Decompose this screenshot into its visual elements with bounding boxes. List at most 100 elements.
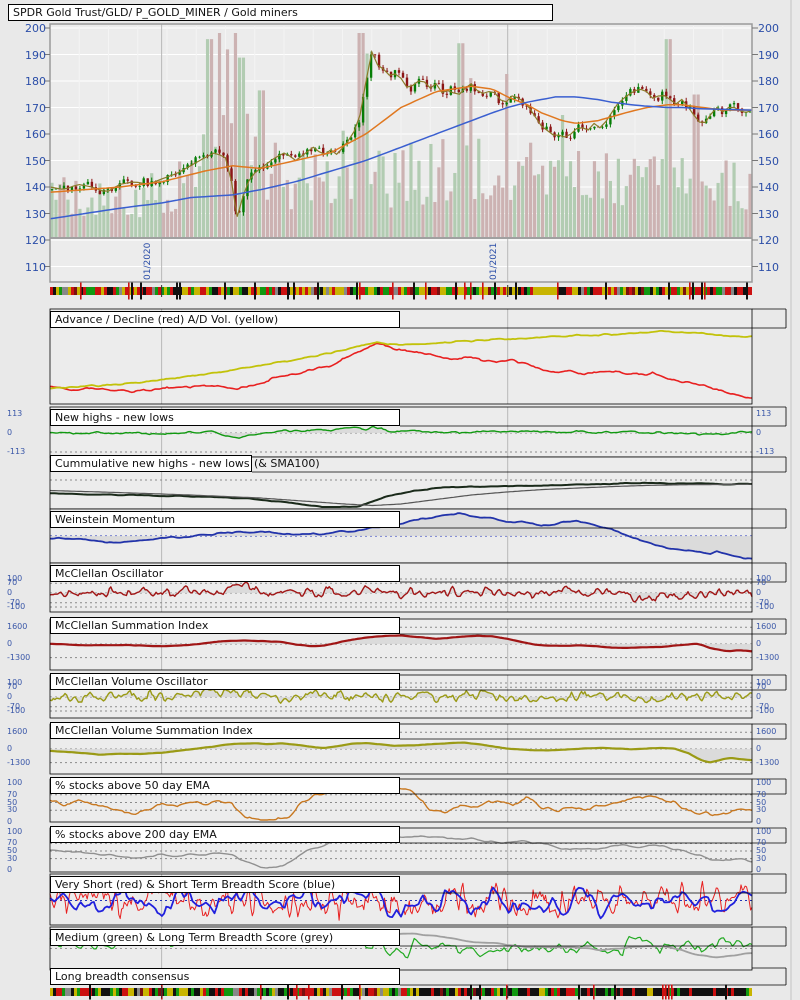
long-breadth-strip-segment <box>350 988 353 996</box>
volume-bar <box>357 33 361 238</box>
mcclellan-oscillator-title-box[interactable]: McClellan Oscillator <box>50 565 400 582</box>
market-consensus-strip-segment <box>212 287 215 295</box>
candle-body <box>401 72 405 78</box>
market-consensus-strip-segment <box>452 287 455 295</box>
volume-bar <box>313 154 317 238</box>
mcclellan-volume-oscillator-title-box[interactable]: McClellan Volume Oscillator <box>50 673 400 690</box>
short-term-breadth-title-box[interactable]: Very Short (red) & Short Term Breadth Sc… <box>50 876 400 893</box>
candle-body <box>593 126 596 129</box>
volume-bar <box>70 213 74 238</box>
candle-body <box>373 54 377 56</box>
mcclellan-oscillator-tick-right: -100 <box>756 602 775 611</box>
market-consensus-strip-segment <box>365 287 368 295</box>
mcclellan-volume-summation-title: McClellan Volume Summation Index <box>55 724 253 737</box>
mcclellan-volume-summation-title-box[interactable]: McClellan Volume Summation Index <box>50 722 400 739</box>
pct-above-200ema-tick-right: 30 <box>756 853 767 863</box>
candle-body <box>736 103 740 109</box>
long-breadth-strip-segment <box>254 988 257 996</box>
candle-body <box>357 122 361 128</box>
long-breadth-strip-segment <box>179 988 182 996</box>
long-breadth-strip-tick-red <box>359 984 361 1000</box>
volume-bar <box>209 39 214 239</box>
market-consensus-strip-segment <box>488 287 491 295</box>
market-consensus-strip-segment <box>344 287 347 295</box>
volume-bar <box>457 43 461 238</box>
volume-bar <box>197 166 202 238</box>
long-breadth-strip-segment <box>401 988 404 996</box>
market-consensus-strip-tick <box>494 282 496 300</box>
long-breadth-strip-segment <box>716 988 719 996</box>
market-consensus-strip-segment <box>554 287 557 295</box>
long-breadth-strip-segment <box>173 988 176 996</box>
pct-above-200ema-title: % stocks above 200 day EMA <box>55 828 217 841</box>
market-consensus-strip-segment <box>437 287 440 295</box>
volume-bar <box>405 200 409 238</box>
market-consensus-strip-segment <box>113 287 116 295</box>
market-consensus-strip-segment <box>728 287 731 295</box>
long-breadth-strip-segment <box>326 988 329 996</box>
pct-above-200ema-title-box[interactable]: % stocks above 200 day EMA <box>50 826 400 843</box>
medium-long-breadth-title: Medium (green) & Long Term Breadth Score… <box>55 931 334 944</box>
long-breadth-strip-segment <box>632 988 635 996</box>
market-consensus-strip-segment <box>644 287 647 295</box>
long-breadth-strip-segment <box>392 988 395 996</box>
long-breadth-strip-segment <box>218 988 221 996</box>
volume-bar <box>548 160 553 238</box>
long-breadth-strip-segment <box>212 988 215 996</box>
long-breadth-strip-segment <box>251 988 254 996</box>
long-breadth-strip-segment <box>527 988 530 996</box>
cumulative-new-highs-title-box[interactable]: Cummulative new highs - new lows <box>50 455 252 472</box>
charts-canvas[interactable] <box>0 0 800 1000</box>
market-consensus-strip-segment <box>545 287 548 295</box>
long-breadth-strip-segment <box>200 988 203 996</box>
long-breadth-strip-segment <box>146 988 149 996</box>
market-consensus-strip-segment <box>257 287 260 295</box>
long-breadth-strip-segment <box>242 988 245 996</box>
market-consensus-strip-segment <box>107 287 110 295</box>
pct-above-50ema-title-box[interactable]: % stocks above 50 day EMA <box>50 777 400 794</box>
market-consensus-strip-segment <box>707 287 710 295</box>
long-breadth-strip-segment <box>731 988 734 996</box>
market-consensus-strip-segment <box>167 287 170 295</box>
long-breadth-strip-segment <box>443 988 446 996</box>
long-breadth-consensus-title-box[interactable]: Long breadth consensus <box>50 968 400 985</box>
market-consensus-strip-segment <box>236 287 239 295</box>
volume-bar <box>106 190 110 238</box>
market-consensus-strip-segment <box>638 287 641 295</box>
volume-bar <box>572 187 577 238</box>
new-highs-lows-title-box[interactable]: New highs - new lows <box>50 409 400 426</box>
long-breadth-strip-segment <box>539 988 542 996</box>
medium-long-breadth-title-box[interactable]: Medium (green) & Long Term Breadth Score… <box>50 929 400 946</box>
market-consensus-strip-segment <box>578 287 581 295</box>
mcclellan-summation-title: McClellan Summation Index <box>55 619 209 632</box>
market-consensus-strip-segment <box>383 287 386 295</box>
mcclellan-summation-title-box[interactable]: McClellan Summation Index <box>50 617 400 634</box>
market-consensus-strip-segment <box>629 287 632 295</box>
market-consensus-strip-segment <box>206 287 209 295</box>
pct-above-200ema-tick-left: 100 <box>7 827 23 836</box>
advance-decline-title-box[interactable]: Advance / Decline (red) A/D Vol. (yellow… <box>50 311 400 328</box>
market-consensus-strip-segment <box>569 287 572 295</box>
volume-bar <box>708 188 712 238</box>
price-label-right: 180 <box>758 75 779 88</box>
weinstein-momentum-title-box[interactable]: Weinstein Momentum <box>50 511 400 528</box>
long-breadth-strip-segment <box>257 988 260 996</box>
market-consensus-strip-segment <box>260 287 263 295</box>
long-breadth-strip-segment <box>533 988 536 996</box>
candle-body <box>146 178 149 186</box>
price-label-left: 160 <box>25 128 46 141</box>
market-consensus-strip-segment <box>50 287 53 295</box>
market-consensus-strip-segment <box>542 287 545 295</box>
market-consensus-strip-segment <box>155 287 158 295</box>
volume-bar <box>205 39 210 239</box>
market-consensus-strip-segment <box>476 287 479 295</box>
market-consensus-strip-segment <box>158 287 161 295</box>
candle-body <box>489 92 492 97</box>
market-consensus-strip-segment <box>524 287 527 295</box>
market-consensus-strip-segment <box>149 287 152 295</box>
long-breadth-strip-segment <box>554 988 557 996</box>
volume-bar <box>126 214 130 238</box>
candle-body <box>665 91 668 97</box>
market-consensus-strip-segment <box>65 287 68 295</box>
volume-bar <box>329 203 333 238</box>
